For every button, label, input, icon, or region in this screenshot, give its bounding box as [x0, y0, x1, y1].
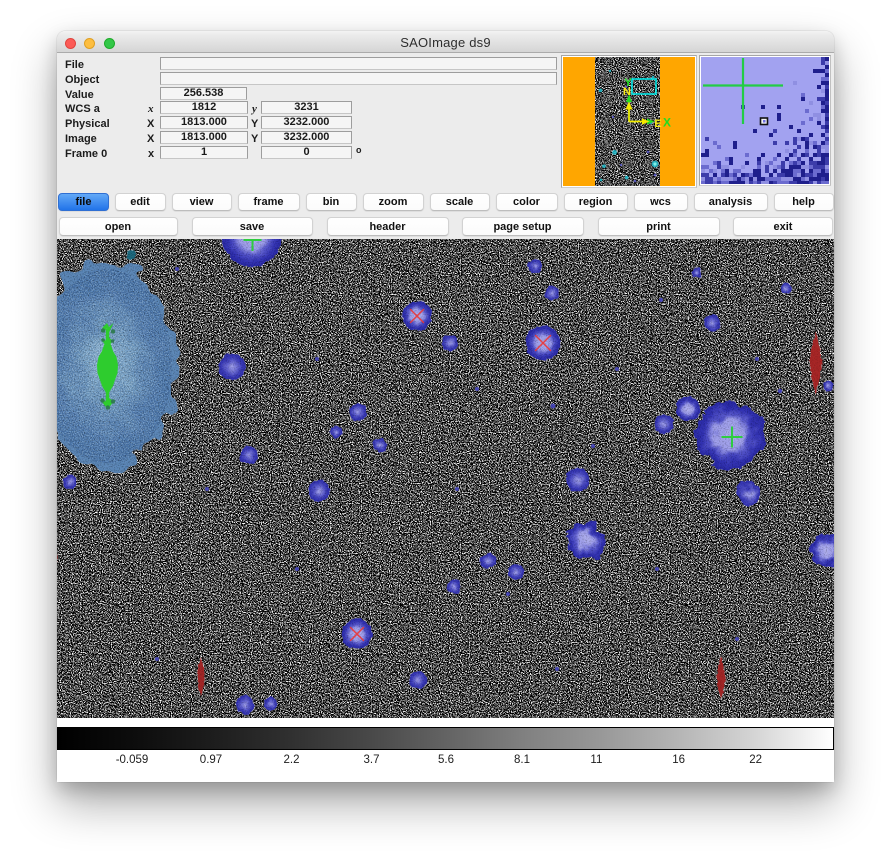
svg-text:Y: Y [624, 77, 632, 89]
svg-text:E: E [654, 118, 661, 130]
svg-text:X: X [663, 116, 671, 130]
